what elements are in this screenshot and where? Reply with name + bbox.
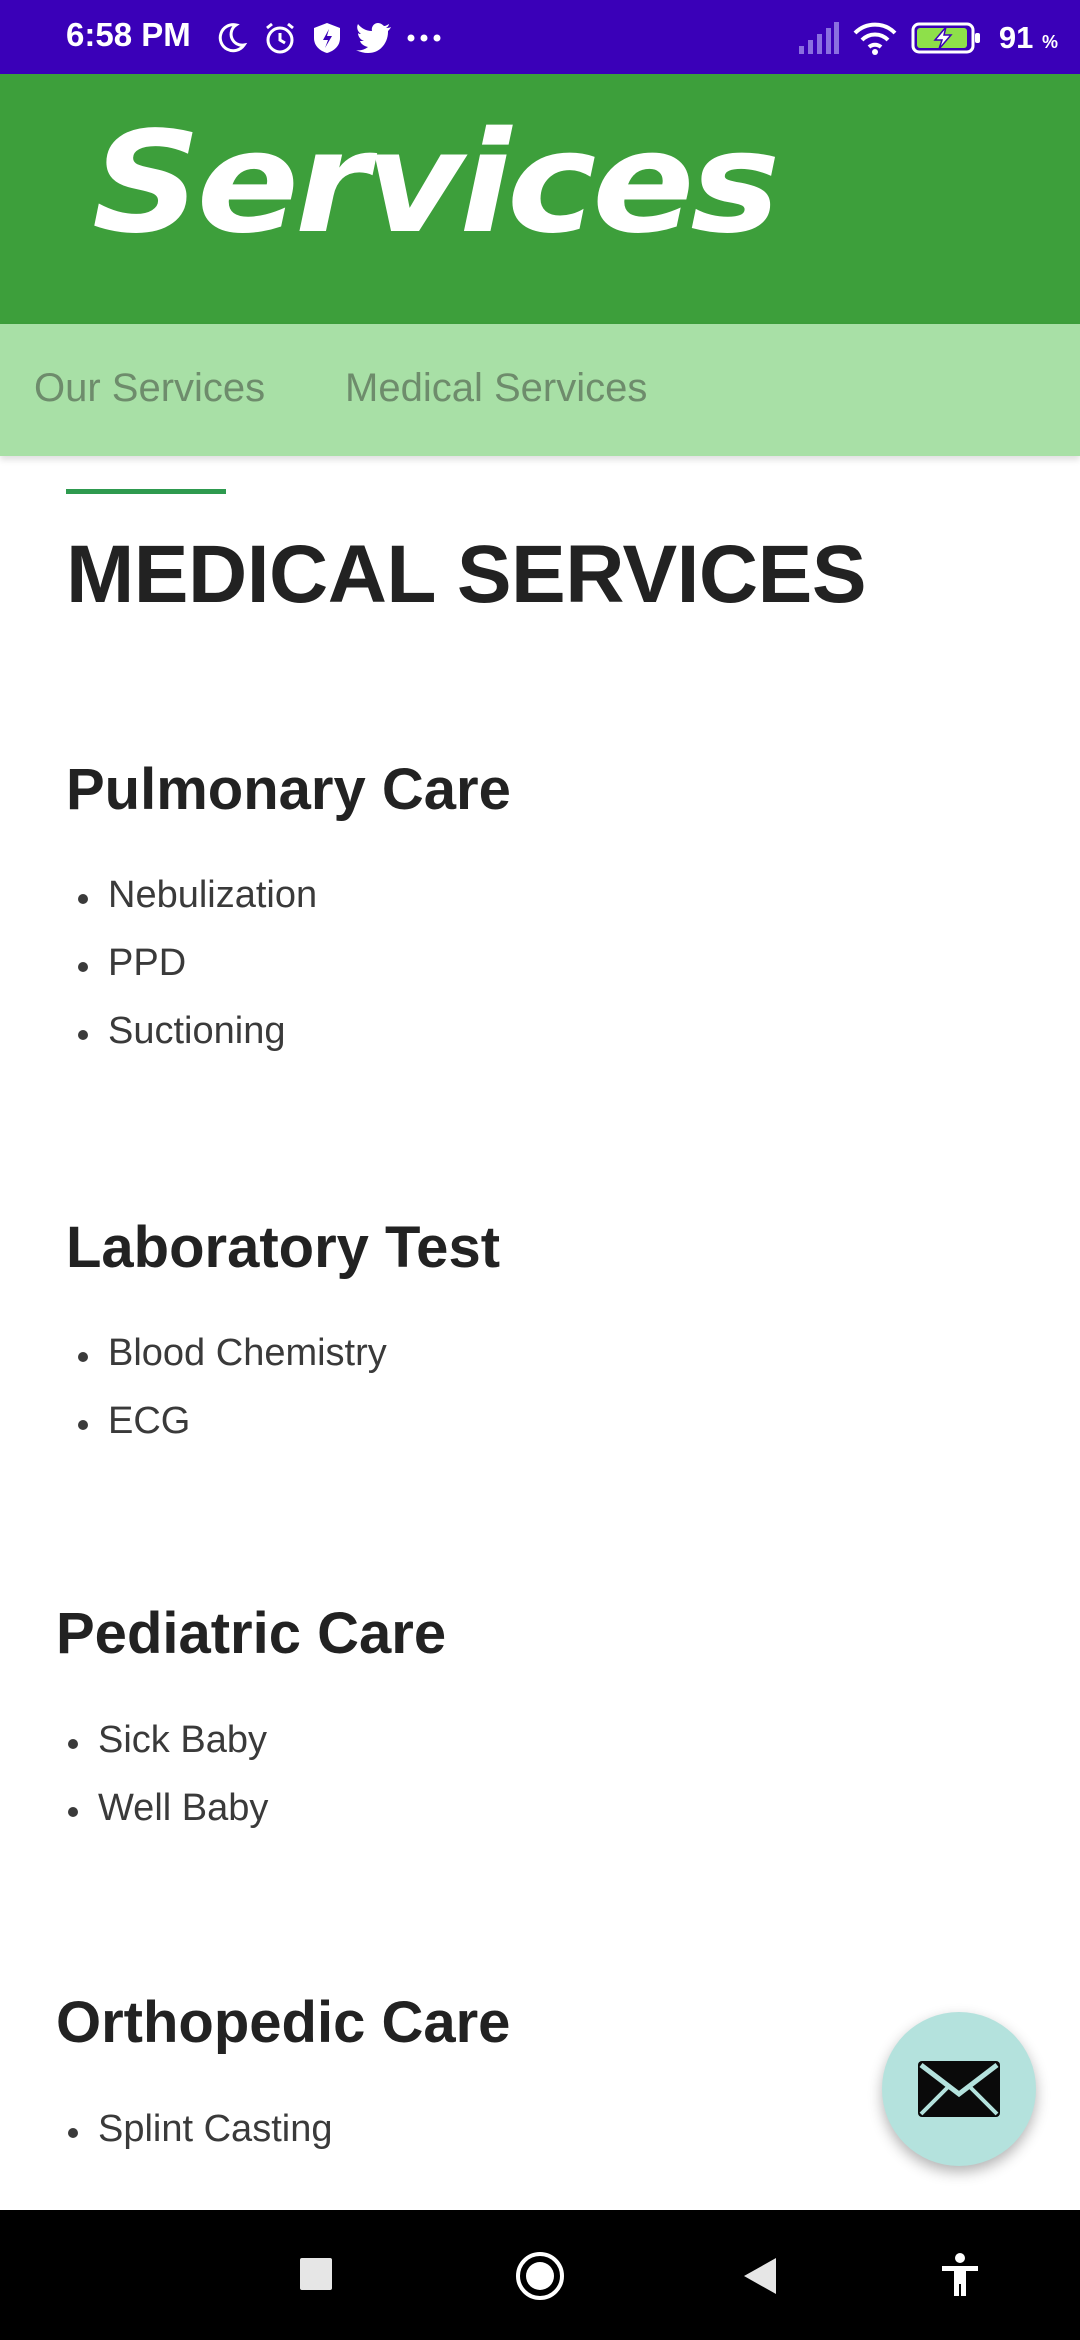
section-title-pulmonary-care: Pulmonary Care	[66, 757, 511, 822]
moon-icon	[218, 23, 248, 53]
signal-icon	[798, 22, 839, 54]
list-item: ECG	[77, 1400, 191, 1442]
mail-fab-button[interactable]	[882, 2012, 1036, 2166]
recents-icon[interactable]	[300, 2258, 332, 2290]
tab-medical-services[interactable]: Medical Services	[345, 366, 647, 411]
section-title-laboratory-test: Laboratory Test	[66, 1215, 501, 1280]
status-time: 6:58 PM	[66, 16, 191, 53]
battery-percent: 91 %	[998, 20, 1058, 55]
more-icon	[407, 34, 441, 42]
title-accent-line	[66, 489, 226, 494]
page-title: MEDICAL SERVICES	[66, 529, 867, 620]
list-item: Splint Casting	[67, 2108, 333, 2150]
header-title: Services	[92, 102, 780, 265]
system-nav-bar	[0, 2210, 1080, 2340]
section-title-orthopedic-care: Orthopedic Care	[56, 1990, 511, 2055]
accessibility-icon[interactable]	[940, 2252, 980, 2298]
twitter-icon	[356, 23, 391, 53]
battery-icon	[911, 22, 980, 54]
status-bar: 6:58 PM 91 %	[0, 0, 1080, 74]
home-icon[interactable]	[514, 2250, 566, 2302]
tab-our-services[interactable]: Our Services	[34, 366, 265, 411]
shield-icon	[314, 23, 340, 53]
wifi-icon	[853, 22, 897, 55]
section-title-pediatric-care: Pediatric Care	[56, 1601, 447, 1666]
list-item: Sick Baby	[68, 1719, 267, 1761]
tab-bar: Our Services Medical Services	[0, 324, 1080, 456]
list-item: Well Baby	[67, 1787, 269, 1829]
mail-icon	[918, 2061, 1000, 2117]
header-banner: Services	[0, 74, 1080, 324]
list-item: Blood Chemistry	[78, 1332, 387, 1374]
list-item: Suctioning	[77, 1010, 286, 1052]
back-icon[interactable]	[742, 2256, 778, 2296]
list-item: PPD	[77, 942, 187, 984]
alarm-icon	[266, 22, 294, 54]
list-item: Nebulization	[77, 874, 318, 916]
